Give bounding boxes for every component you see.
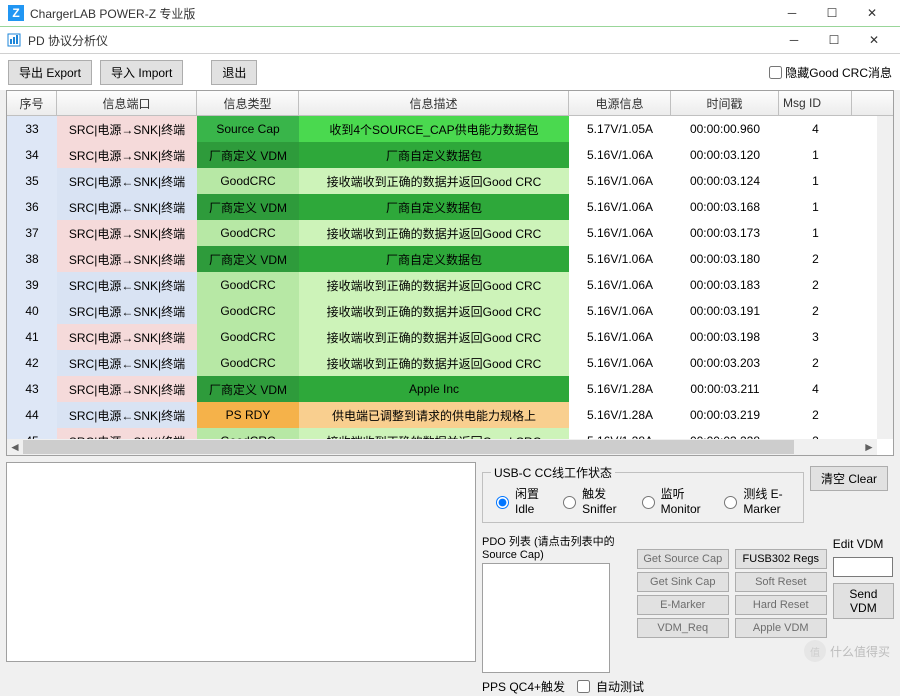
table-row[interactable]: 37SRC|电源→SNK|终端GoodCRC接收端收到正确的数据并返回Good … — [7, 220, 893, 246]
col-power[interactable]: 电源信息 — [569, 91, 671, 115]
vertical-scrollbar[interactable] — [877, 116, 893, 439]
hide-goodcrc-checkbox[interactable]: 隐藏Good CRC消息 — [769, 64, 892, 81]
hard-reset-button[interactable]: Hard Reset — [735, 595, 827, 615]
minimize-button[interactable]: ─ — [772, 2, 812, 24]
fusb302-button[interactable]: FUSB302 Regs — [735, 549, 827, 569]
inner-titlebar: PD 协议分析仪 ─ ☐ ✕ — [0, 27, 900, 54]
radio-idle[interactable]: 闲置 Idle — [491, 485, 544, 516]
emarker-button[interactable]: E-Marker — [637, 595, 729, 615]
inner-close-button[interactable]: ✕ — [854, 29, 894, 51]
inner-title: PD 协议分析仪 — [28, 32, 774, 49]
hide-goodcrc-label: 隐藏Good CRC消息 — [785, 64, 892, 81]
edit-vdm-label: Edit VDM — [833, 537, 894, 551]
radio-sniffer[interactable]: 触发 Sniffer — [558, 485, 623, 516]
col-desc[interactable]: 信息描述 — [299, 91, 569, 115]
outer-title: ChargerLAB POWER-Z 专业版 — [30, 5, 772, 22]
get-source-cap-button[interactable]: Get Source Cap — [637, 549, 729, 569]
cc-state-legend: USB-C CC线工作状态 — [491, 464, 615, 481]
hide-goodcrc-input[interactable] — [769, 66, 782, 79]
table-row[interactable]: 44SRC|电源←SNK|终端PS RDY供电端已调整到请求的供电能力规格上5.… — [7, 402, 893, 428]
pdo-list-label: PDO 列表 (请点击列表中的Source Cap) — [482, 533, 631, 561]
table-body: 33SRC|电源→SNK|终端Source Cap收到4个SOURCE_CAP供… — [7, 116, 893, 454]
col-seq[interactable]: 序号 — [7, 91, 57, 115]
toolbar: 导出 Export 导入 Import 退出 隐藏Good CRC消息 — [0, 54, 900, 90]
get-sink-cap-button[interactable]: Get Sink Cap — [637, 572, 729, 592]
inner-maximize-button[interactable]: ☐ — [814, 29, 854, 51]
auto-test-checkbox[interactable]: 自动测试 — [573, 677, 644, 696]
export-button[interactable]: 导出 Export — [8, 60, 92, 85]
clear-button[interactable]: 清空 Clear — [810, 466, 888, 491]
cc-state-group: USB-C CC线工作状态 闲置 Idle 触发 Sniffer 监听 Moni… — [482, 464, 804, 523]
col-msgid[interactable]: Msg ID — [779, 91, 852, 115]
pps-label: PPS QC4+触发 — [482, 678, 565, 695]
radio-emarker[interactable]: 测线 E-Marker — [719, 485, 795, 516]
pdo-list[interactable] — [482, 563, 610, 673]
scroll-thumb[interactable] — [23, 440, 794, 454]
col-type[interactable]: 信息类型 — [197, 91, 299, 115]
watermark: 值 什么值得买 — [804, 640, 890, 662]
table-row[interactable]: 35SRC|电源←SNK|终端GoodCRC接收端收到正确的数据并返回Good … — [7, 168, 893, 194]
col-port[interactable]: 信息端口 — [57, 91, 197, 115]
table-row[interactable]: 33SRC|电源→SNK|终端Source Cap收到4个SOURCE_CAP供… — [7, 116, 893, 142]
app-icon: Z — [8, 5, 24, 21]
watermark-icon: 值 — [804, 640, 826, 662]
table-row[interactable]: 43SRC|电源→SNK|终端厂商定义 VDMApple Inc5.16V/1.… — [7, 376, 893, 402]
scroll-right-icon[interactable]: ► — [861, 439, 877, 455]
table-row[interactable]: 40SRC|电源←SNK|终端GoodCRC接收端收到正确的数据并返回Good … — [7, 298, 893, 324]
col-time[interactable]: 时间戳 — [671, 91, 779, 115]
table-header: 序号 信息端口 信息类型 信息描述 电源信息 时间戳 Msg ID — [7, 91, 893, 116]
message-table: 序号 信息端口 信息类型 信息描述 电源信息 时间戳 Msg ID 33SRC|… — [6, 90, 894, 456]
outer-titlebar: Z ChargerLAB POWER-Z 专业版 ─ ☐ ✕ — [0, 0, 900, 27]
close-button[interactable]: ✕ — [852, 2, 892, 24]
apple-vdm-button[interactable]: Apple VDM — [735, 618, 827, 638]
send-vdm-button[interactable]: Send VDM — [833, 583, 894, 619]
edit-vdm-input[interactable] — [833, 557, 893, 577]
right-panel: USB-C CC线工作状态 闲置 Idle 触发 Sniffer 监听 Moni… — [482, 462, 894, 662]
table-row[interactable]: 42SRC|电源←SNK|终端GoodCRC接收端收到正确的数据并返回Good … — [7, 350, 893, 376]
exit-button[interactable]: 退出 — [211, 60, 257, 85]
table-row[interactable]: 36SRC|电源←SNK|终端厂商定义 VDM厂商自定义数据包5.16V/1.0… — [7, 194, 893, 220]
maximize-button[interactable]: ☐ — [812, 2, 852, 24]
table-row[interactable]: 38SRC|电源→SNK|终端厂商定义 VDM厂商自定义数据包5.16V/1.0… — [7, 246, 893, 272]
analyzer-icon — [6, 32, 22, 48]
watermark-text: 什么值得买 — [830, 643, 890, 660]
inner-minimize-button[interactable]: ─ — [774, 29, 814, 51]
vdm-req-button[interactable]: VDM_Req — [637, 618, 729, 638]
table-row[interactable]: 39SRC|电源←SNK|终端GoodCRC接收端收到正确的数据并返回Good … — [7, 272, 893, 298]
table-row[interactable]: 41SRC|电源→SNK|终端GoodCRC接收端收到正确的数据并返回Good … — [7, 324, 893, 350]
horizontal-scrollbar[interactable]: ◄ ► — [7, 439, 877, 455]
table-row[interactable]: 34SRC|电源→SNK|终端厂商定义 VDM厂商自定义数据包5.16V/1.0… — [7, 142, 893, 168]
radio-monitor[interactable]: 监听 Monitor — [637, 485, 706, 516]
soft-reset-button[interactable]: Soft Reset — [735, 572, 827, 592]
scroll-left-icon[interactable]: ◄ — [7, 439, 23, 455]
import-button[interactable]: 导入 Import — [100, 60, 183, 85]
left-blank-panel — [6, 462, 476, 662]
